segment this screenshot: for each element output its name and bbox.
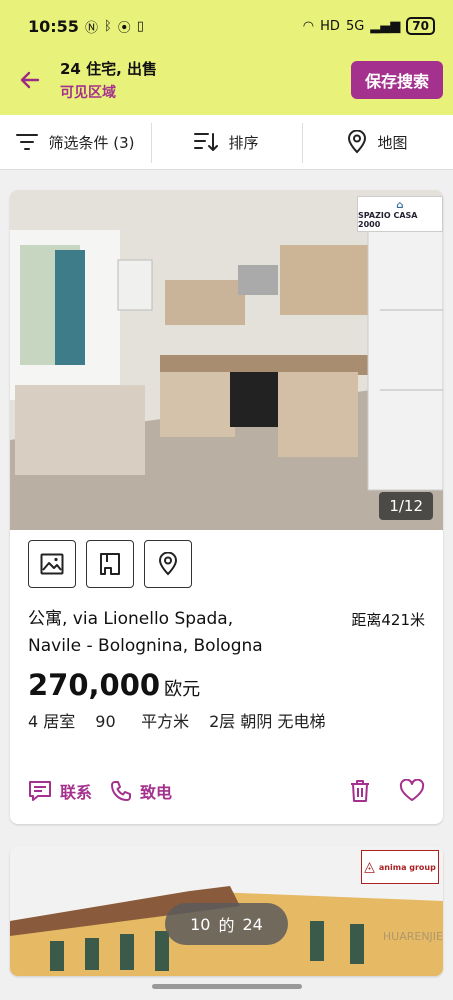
status-bar: 10:55 Ⓝ ᛒ ⦿ ▯ ◠ HD 5G ▂▄▆ 70: [0, 0, 453, 52]
agency-logo: ⌂ SPAZIO CASA 2000: [357, 196, 443, 232]
battery-indicator: 70: [406, 17, 435, 35]
app-bar: 24 住宅, 出售 可见区域 保存搜索: [0, 52, 453, 108]
listing-actions: 联系 致电: [10, 758, 443, 824]
floorplan-icon: [100, 553, 120, 575]
page-indicator: 10 的 24: [165, 903, 288, 945]
floor-label: 2层 朝阴 无电梯: [209, 712, 326, 731]
sort-icon: [194, 133, 219, 151]
call-button[interactable]: 致电: [110, 779, 172, 803]
arrow-left-icon: [20, 71, 40, 89]
5g-icon: 5G: [345, 18, 365, 34]
area-value: 90: [95, 712, 116, 731]
filter-button[interactable]: 筛选条件 (3): [0, 115, 151, 170]
sort-label: 排序: [228, 133, 259, 152]
heart-icon: [399, 779, 425, 801]
rooms-label: 4 居室: [28, 712, 76, 731]
listing-card[interactable]: ⌂ SPAZIO CASA 2000 1/12 公寓, via Lionello…: [10, 190, 443, 824]
filter-bar: 筛选条件 (3) 排序 地图: [0, 115, 453, 170]
map-pin-icon: [348, 130, 367, 154]
address-line-1: 公寓, via Lionello Spada,: [28, 609, 234, 629]
signal-icon: ▂▄▆: [370, 18, 401, 34]
page-of: 的: [218, 916, 235, 935]
home-indicator[interactable]: [152, 984, 302, 989]
sort-button[interactable]: 排序: [151, 115, 302, 170]
favorite-button[interactable]: [399, 779, 425, 803]
vibrate-icon: ▯: [136, 18, 144, 34]
price-row: 270,000 欧元: [10, 660, 443, 702]
agency-logo-text: SPAZIO CASA 2000: [358, 210, 418, 229]
action-icons: [349, 779, 425, 803]
address-line-2: Navile - Bolognina, Bologna: [28, 636, 263, 656]
page-current: 10: [190, 914, 211, 934]
agency-logo-graphic: ◬: [364, 859, 375, 875]
watermark: HUARENJIE: [382, 930, 443, 943]
title-block: 24 住宅, 出售 可见区域: [60, 58, 351, 102]
save-search-button[interactable]: 保存搜索: [350, 61, 443, 99]
filter-icon: [16, 134, 39, 150]
listing-specs: 4 居室 90 平方米 2层 朝阴 无电梯: [10, 702, 443, 738]
contact-button[interactable]: 联系: [28, 779, 92, 803]
listing-address[interactable]: 公寓, via Lionello Spada, Navile - Bologni…: [28, 606, 263, 660]
photo-counter: 1/12: [379, 492, 433, 520]
message-icon: [29, 781, 51, 801]
bluetooth-icon: ᛒ: [103, 18, 112, 34]
status-left: 10:55 Ⓝ ᛒ ⦿ ▯: [28, 17, 144, 36]
image-icon: [40, 553, 64, 575]
map-label: 地图: [377, 133, 408, 152]
area-label: 90 平方米: [95, 708, 189, 732]
area-unit: 平方米: [141, 712, 190, 731]
listing-photo[interactable]: ⌂ SPAZIO CASA 2000 1/12: [10, 190, 443, 530]
location-icon: ⦿: [117, 20, 131, 36]
status-time: 10:55: [28, 16, 79, 36]
hd-icon: HD: [320, 18, 340, 34]
phone-icon: [111, 781, 132, 801]
price-currency: 欧元: [164, 679, 201, 700]
back-button[interactable]: [0, 52, 60, 108]
contact-label: 联系: [60, 783, 93, 802]
location-button[interactable]: [144, 540, 192, 588]
status-right: ◠ HD 5G ▂▄▆ 70: [303, 17, 435, 35]
trash-icon: [351, 780, 369, 802]
distance-label: 距离421米: [351, 611, 425, 629]
media-buttons: [10, 530, 443, 598]
page-title: 24 住宅, 出售: [60, 60, 158, 78]
agency-logo: ◬ anima group: [361, 850, 439, 884]
page-total: 24: [242, 914, 263, 934]
kitchen-photo: [10, 190, 443, 530]
listing-price: 270,000: [28, 668, 161, 702]
map-button[interactable]: 地图: [302, 115, 453, 170]
call-label: 致电: [140, 783, 173, 802]
address-row: 公寓, via Lionello Spada, Navile - Bologni…: [10, 598, 443, 660]
wifi-icon: ◠: [302, 18, 315, 34]
nfc-icon: Ⓝ: [84, 20, 98, 36]
agency-logo-graphic: ⌂: [396, 199, 404, 211]
page-subtitle[interactable]: 可见区域: [60, 82, 351, 102]
agency-logo-text: anima group: [378, 862, 436, 872]
delete-button[interactable]: [349, 779, 371, 803]
map-pin-icon: [158, 552, 178, 576]
photos-button[interactable]: [28, 540, 76, 588]
floorplan-button[interactable]: [86, 540, 134, 588]
filter-label: 筛选条件 (3): [48, 133, 135, 152]
